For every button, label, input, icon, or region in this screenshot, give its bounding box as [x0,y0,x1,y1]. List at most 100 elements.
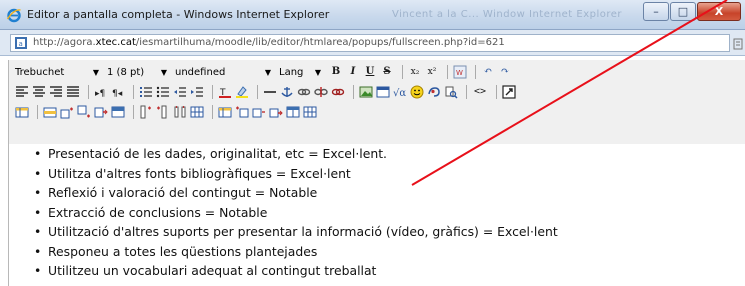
bullet-list: Presentació de les dades, originalitat, … [34,144,558,281]
split-cell-icon[interactable] [303,105,317,119]
align-justify-icon[interactable] [66,85,80,99]
chevron-down-icon: ▼ [160,67,167,77]
outdent-icon[interactable] [173,85,187,99]
toolbar-separator [475,65,476,79]
subscript-button[interactable]: x₂ [408,65,422,79]
chevron-down-icon: ▼ [264,67,271,77]
svg-text:W: W [456,69,463,77]
horizontal-rule-icon[interactable] [263,85,277,99]
align-right-icon[interactable] [49,85,63,99]
fullscreen-icon[interactable] [502,85,516,99]
delete-cell-icon[interactable] [269,105,283,119]
list-item: Extracció de conclusions = Notable [34,203,558,223]
lang-select[interactable]: Lang ▼ [279,67,321,78]
list-item: Presentació de les dades, originalitat, … [34,144,558,164]
bold-button[interactable]: B [329,65,343,79]
url-field[interactable]: a http://agora.xtec.cat/iesmartilhuma/mo… [10,34,730,52]
toolbar-separator [447,65,448,79]
maximize-button[interactable]: □ [670,2,696,21]
insert-row-before-icon[interactable] [60,105,74,119]
superscript-button[interactable]: x² [425,65,439,79]
svg-text:a: a [19,40,23,48]
delete-col-icon[interactable] [190,105,204,119]
blurred-window-title: Vincent a la C... Window Internet Explor… [392,9,623,20]
ltr-icon[interactable]: ▸¶ [94,85,108,99]
font-size-select[interactable]: 1 (8 pt) ▼ [107,67,167,78]
anchor-icon[interactable] [280,85,294,99]
svg-text:▸¶: ▸¶ [95,89,105,99]
toolbar-separator [353,85,354,99]
list-item: Utilització d'altres suports per present… [34,222,558,242]
split-row-icon[interactable] [111,105,125,119]
toolbar-row-2: ▸¶ ¶◂ T √α <> [15,82,519,102]
toolbar-row-1: Trebuchet ▼ 1 (8 pt) ▼ undefined ▼ Lang ▼ B … [15,62,515,82]
strikethrough-button[interactable]: S [380,65,394,79]
underline-button[interactable]: U [363,65,377,79]
internet-explorer-icon [6,8,21,23]
toolbar-separator [37,105,38,119]
toolbar-separator [133,85,134,99]
format-select[interactable]: undefined ▼ [175,67,271,78]
insert-col-before-icon[interactable] [156,105,170,119]
page-icon: a [15,37,27,49]
font-family-select[interactable]: Trebuchet ▼ [15,67,99,78]
unordered-list-icon[interactable] [156,85,170,99]
compatibility-icon[interactable] [733,38,743,50]
search-replace-icon[interactable] [444,85,458,99]
toolbar-row-3 [15,102,320,122]
highlight-color-icon[interactable] [235,85,249,99]
ordered-list-icon[interactable] [139,85,153,99]
editor-toolbar: Trebuchet ▼ 1 (8 pt) ▼ undefined ▼ Lang ▼ B … [8,60,745,144]
row-properties-icon[interactable] [43,105,57,119]
insert-row-after-icon[interactable] [77,105,91,119]
toolbar-separator [212,85,213,99]
toolbar-separator [466,85,467,99]
link-icon[interactable] [297,85,311,99]
align-left-icon[interactable] [15,85,29,99]
rtl-icon[interactable]: ¶◂ [111,85,125,99]
toolbar-separator [133,105,134,119]
delete-row-icon[interactable] [94,105,108,119]
editor-content-area[interactable]: Presentació de les dades, originalitat, … [8,144,745,286]
svg-text:√α: √α [393,88,406,99]
insert-cell-before-icon[interactable] [235,105,249,119]
insert-cell-after-icon[interactable] [252,105,266,119]
toolbar-separator [257,85,258,99]
address-bar: a http://agora.xtec.cat/iesmartilhuma/mo… [0,30,745,56]
align-center-icon[interactable] [32,85,46,99]
html-source-button[interactable]: <> [472,85,488,99]
unlink-icon[interactable] [314,85,328,99]
clean-word-icon[interactable]: W [453,65,467,79]
italic-button[interactable]: I [346,65,360,79]
chevron-down-icon: ▼ [314,67,321,77]
table-properties-icon[interactable] [15,105,29,119]
insert-smiley-icon[interactable] [410,85,424,99]
window-controls: – □ X [642,2,741,22]
redo-button[interactable]: ↷ [498,65,512,79]
close-button[interactable]: X [697,2,741,21]
insert-col-after-icon[interactable] [173,105,187,119]
window-titlebar[interactable]: Editor a pantalla completa - Windows Int… [0,0,745,30]
text-color-icon[interactable]: T [218,85,232,99]
toolbar-separator [88,85,89,99]
list-item: Utilitza d'altres fonts bibliogràfiques … [34,164,558,184]
toolbar-separator [496,85,497,99]
insert-formula-icon[interactable]: √α [393,85,407,99]
url-text: http://agora.xtec.cat/iesmartilhuma/mood… [33,37,505,48]
merge-cells-icon[interactable] [286,105,300,119]
window-title: Editor a pantalla completa - Windows Int… [27,8,330,21]
toolbar-separator [212,105,213,119]
list-item: Reflexió i valoració del contingut = Not… [34,183,558,203]
list-item: Utilitzeu un vocabulari adequat al conti… [34,261,558,281]
insert-char-icon[interactable] [427,85,441,99]
svg-text:¶◂: ¶◂ [112,89,123,99]
insert-table-icon[interactable] [376,85,390,99]
list-item: Responeu a totes les qüestions plantejad… [34,242,558,262]
undo-button[interactable]: ↶ [481,65,495,79]
indent-icon[interactable] [190,85,204,99]
insert-image-icon[interactable] [359,85,373,99]
cell-properties-icon[interactable] [218,105,232,119]
col-properties-icon[interactable] [139,105,153,119]
nolink-icon[interactable] [331,85,345,99]
minimize-button[interactable]: – [643,2,669,21]
